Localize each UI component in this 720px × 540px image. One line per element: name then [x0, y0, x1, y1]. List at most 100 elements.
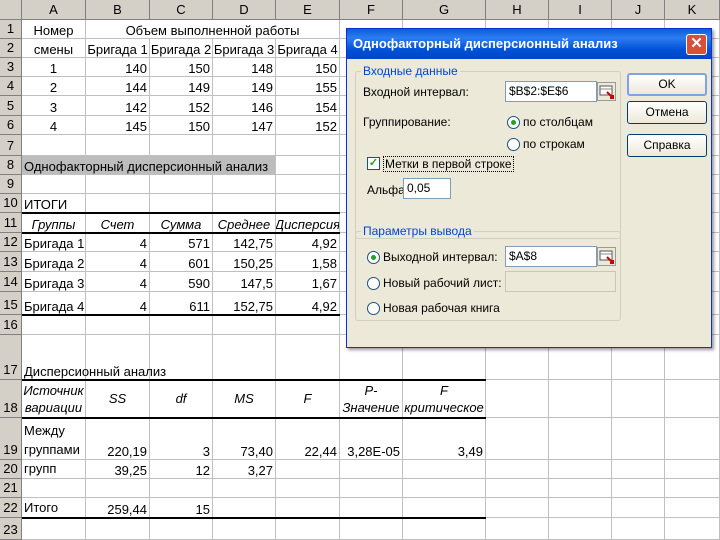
empty-cell[interactable] — [549, 380, 612, 418]
summary-cell[interactable]: 1,67 — [276, 272, 340, 292]
brigade-header[interactable]: Бригада 4 — [276, 39, 340, 58]
empty-cell[interactable] — [486, 518, 549, 540]
anova-cell[interactable] — [86, 479, 150, 498]
empty-cell[interactable] — [486, 479, 549, 498]
anova-cell[interactable]: 73,40 — [213, 418, 276, 460]
empty-cell[interactable] — [276, 135, 340, 156]
anova-cell[interactable] — [403, 460, 486, 479]
anova-cell[interactable]: 39,25 — [86, 460, 150, 479]
row-header[interactable]: 1 — [0, 20, 22, 39]
anova-cell[interactable]: 259,44 — [86, 498, 150, 518]
anova-source[interactable] — [22, 479, 86, 498]
anova-cell[interactable] — [150, 479, 213, 498]
ok-button[interactable]: OK — [627, 73, 707, 96]
summary-header[interactable]: Счет — [86, 213, 150, 233]
empty-cell[interactable] — [150, 175, 213, 194]
row-header[interactable]: 15 — [0, 292, 22, 315]
empty-cell[interactable] — [665, 460, 720, 479]
data-cell[interactable]: 144 — [86, 77, 150, 96]
anova-source[interactable]: Итого — [22, 498, 86, 518]
column-header[interactable]: G — [403, 0, 486, 20]
empty-cell[interactable] — [213, 335, 276, 380]
anova-header[interactable]: P- Значение — [340, 380, 403, 418]
brigade-header[interactable]: Бригада 2 — [150, 39, 213, 58]
summary-cell[interactable]: Бригада 1 — [22, 233, 86, 252]
data-cell[interactable]: 150 — [150, 58, 213, 77]
by-rows-label[interactable]: по строкам — [523, 137, 585, 151]
row-header[interactable]: 19 — [0, 418, 22, 460]
summary-cell[interactable]: 4 — [86, 233, 150, 252]
empty-cell[interactable] — [612, 380, 665, 418]
empty-cell[interactable] — [276, 194, 340, 213]
empty-cell[interactable] — [150, 194, 213, 213]
empty-cell[interactable] — [549, 518, 612, 540]
data-cell[interactable]: 2 — [22, 77, 86, 96]
empty-cell[interactable] — [486, 498, 549, 518]
empty-cell[interactable] — [549, 479, 612, 498]
data-cell[interactable]: 149 — [150, 77, 213, 96]
summary-header[interactable]: Сумма — [150, 213, 213, 233]
column-header[interactable]: H — [486, 0, 549, 20]
disp-title[interactable]: Дисперсионный анализ — [22, 335, 166, 380]
data-cell[interactable]: 148 — [213, 58, 276, 77]
anova-cell[interactable] — [340, 479, 403, 498]
output-range-field[interactable]: $A$8 — [505, 246, 597, 267]
new-book-label[interactable]: Новая рабочая книга — [383, 301, 500, 315]
empty-cell[interactable] — [486, 418, 549, 460]
row-header[interactable]: 18 — [0, 380, 22, 418]
empty-cell[interactable] — [150, 315, 213, 335]
summary-cell[interactable]: 4 — [86, 272, 150, 292]
summary-cell[interactable]: Бригада 4 — [22, 292, 86, 315]
anova-cell[interactable]: 220,19 — [86, 418, 150, 460]
empty-cell[interactable] — [403, 518, 486, 540]
data-cell[interactable]: 150 — [276, 58, 340, 77]
data-cell[interactable]: 3 — [22, 96, 86, 116]
empty-cell[interactable] — [86, 175, 150, 194]
brigade-header[interactable]: Бригада 1 — [86, 39, 150, 58]
empty-cell[interactable] — [276, 156, 340, 175]
anova-cell[interactable] — [340, 460, 403, 479]
brigade-header[interactable]: Бригада 3 — [213, 39, 276, 58]
empty-cell[interactable] — [22, 175, 86, 194]
anova-header[interactable]: SS — [86, 380, 150, 418]
column-header[interactable]: E — [276, 0, 340, 20]
empty-cell[interactable] — [276, 518, 340, 540]
anova-cell[interactable]: 3,49 — [403, 418, 486, 460]
empty-cell[interactable] — [213, 194, 276, 213]
summary-cell[interactable]: 4,92 — [276, 292, 340, 315]
by-rows-radio[interactable] — [507, 138, 520, 151]
empty-cell[interactable] — [549, 460, 612, 479]
new-sheet-label[interactable]: Новый рабочий лист: — [383, 276, 502, 290]
anova-source[interactable]: Внутригрупп — [22, 460, 86, 479]
column-header[interactable]: F — [340, 0, 403, 20]
empty-cell[interactable] — [213, 135, 276, 156]
empty-cell[interactable] — [86, 315, 150, 335]
alpha-field[interactable]: 0,05 — [403, 178, 451, 199]
input-range-field[interactable]: $B$2:$E$6 — [505, 81, 597, 102]
row-header[interactable]: 22 — [0, 498, 22, 518]
anova-cell[interactable]: 15 — [150, 498, 213, 518]
new-sheet-radio[interactable] — [367, 277, 380, 290]
row-header[interactable]: 4 — [0, 77, 22, 96]
row-header[interactable]: 8 — [0, 156, 22, 175]
anova-cell[interactable] — [213, 479, 276, 498]
summary-header[interactable]: Дисперсия — [276, 213, 340, 233]
select-all-corner[interactable] — [0, 0, 22, 20]
empty-cell[interactable] — [665, 479, 720, 498]
empty-cell[interactable] — [612, 418, 665, 460]
anova-cell[interactable] — [403, 479, 486, 498]
anova-cell[interactable] — [213, 498, 276, 518]
empty-cell[interactable] — [150, 518, 213, 540]
summary-cell[interactable]: 590 — [150, 272, 213, 292]
summary-header[interactable]: Группы — [22, 213, 86, 233]
row-header[interactable]: 2 — [0, 39, 22, 58]
summary-cell[interactable]: 571 — [150, 233, 213, 252]
row-header[interactable]: 14 — [0, 272, 22, 292]
anova-cell[interactable]: 3,28E-05 — [340, 418, 403, 460]
labels-first-row-checkbox[interactable]: ✓ — [367, 157, 380, 170]
summary-header[interactable]: Среднее — [213, 213, 276, 233]
summary-cell[interactable]: 611 — [150, 292, 213, 315]
row-header[interactable]: 21 — [0, 479, 22, 498]
by-columns-radio[interactable] — [507, 116, 520, 129]
data-cell[interactable]: 4 — [22, 116, 86, 135]
